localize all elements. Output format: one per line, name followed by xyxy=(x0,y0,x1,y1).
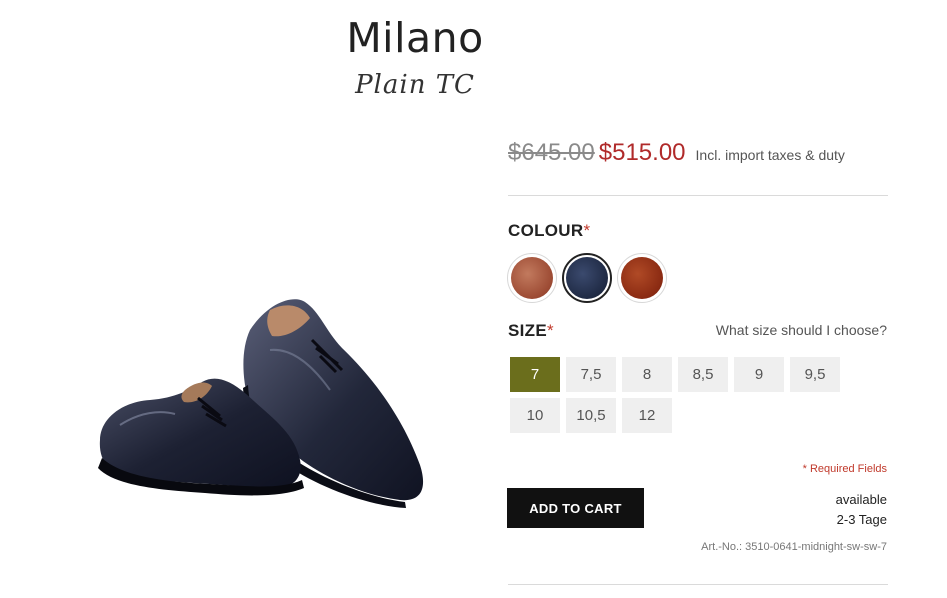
colour-swatch-brown[interactable] xyxy=(507,253,557,303)
colour-swatch-chestnut[interactable] xyxy=(617,253,667,303)
sale-price: $515.00 xyxy=(598,139,686,166)
size-option-10-5[interactable]: 10,5 xyxy=(566,398,616,433)
swatch-dot xyxy=(621,257,663,299)
product-image xyxy=(98,299,424,508)
product-title: Milano xyxy=(346,14,484,62)
divider-top xyxy=(508,195,888,196)
delivery-time: 2-3 Tage xyxy=(836,512,887,527)
size-option-7[interactable]: 7 xyxy=(510,357,560,392)
size-option-9[interactable]: 9 xyxy=(734,357,784,392)
colour-label: COLOUR* xyxy=(508,221,590,241)
availability-status: available xyxy=(835,492,887,507)
size-option-10[interactable]: 10 xyxy=(510,398,560,433)
article-number: Art.-No.: 3510-0641-midnight-sw-sw-7 xyxy=(701,541,887,553)
swatch-dot xyxy=(566,257,608,299)
old-price: $645.00 xyxy=(508,139,595,166)
colour-label-text: COLOUR xyxy=(508,221,584,240)
availability-info: available 2-3 Tage xyxy=(836,490,887,530)
size-option-7-5[interactable]: 7,5 xyxy=(566,357,616,392)
price-row: $645.00 $515.00 Incl. import taxes & dut… xyxy=(508,139,845,167)
size-option-8[interactable]: 8 xyxy=(622,357,672,392)
divider-bottom xyxy=(508,584,888,585)
required-fields-note: * Required Fields xyxy=(802,463,887,475)
tax-note: Incl. import taxes & duty xyxy=(695,147,845,163)
size-label: SIZE* xyxy=(508,321,554,341)
colour-required-mark: * xyxy=(583,221,591,240)
add-to-cart-button[interactable]: ADD TO CART xyxy=(507,488,644,528)
product-subtitle: Plain TC xyxy=(355,70,475,100)
size-option-8-5[interactable]: 8,5 xyxy=(678,357,728,392)
size-guide-link[interactable]: What size should I choose? xyxy=(716,322,887,338)
size-label-text: SIZE xyxy=(508,321,547,340)
colour-swatch-midnight[interactable] xyxy=(562,253,612,303)
size-option-9-5[interactable]: 9,5 xyxy=(790,357,840,392)
size-option-12[interactable]: 12 xyxy=(622,398,672,433)
swatch-dot xyxy=(511,257,553,299)
size-required-mark: * xyxy=(547,321,554,340)
